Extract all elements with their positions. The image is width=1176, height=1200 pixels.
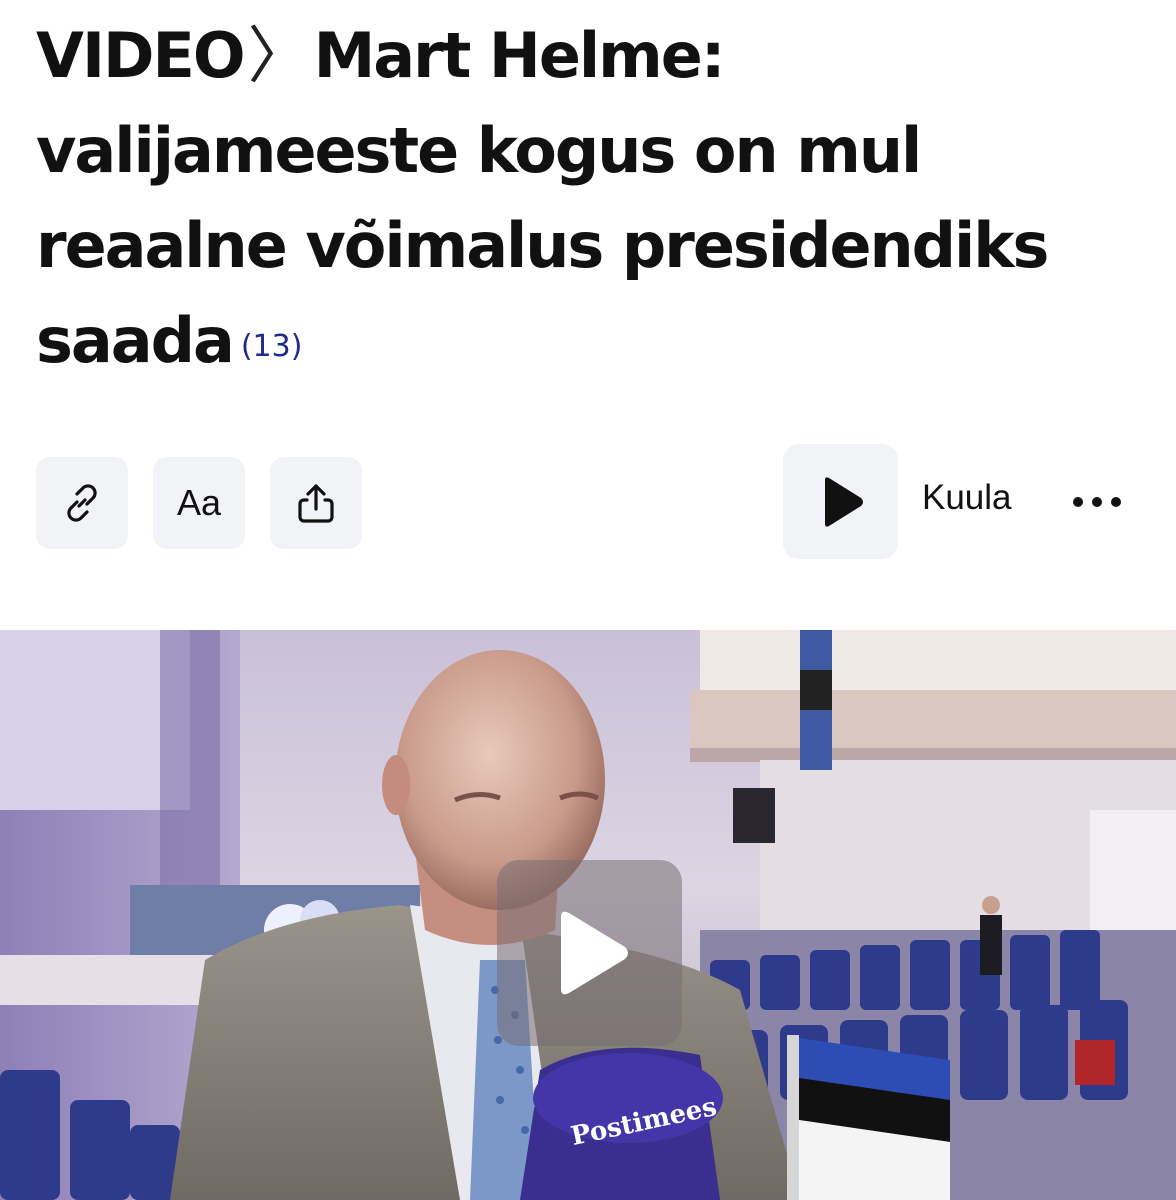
share-icon [298, 484, 334, 523]
play-icon [560, 911, 628, 995]
font-size-label: Aa [176, 482, 222, 523]
video-play-button[interactable] [497, 860, 682, 1046]
more-dot [1073, 497, 1083, 507]
section-label[interactable]: VIDEO [36, 19, 246, 92]
video-player[interactable]: Postimees [0, 630, 1176, 1200]
link-icon [67, 484, 97, 522]
share-button[interactable] [270, 457, 362, 549]
copy-link-button[interactable] [36, 457, 128, 549]
more-dots-icon[interactable] [1062, 482, 1132, 522]
comment-count-link[interactable]: (13) [241, 329, 303, 364]
article-headline: VIDEO〉Mart Helme: valijameeste kogus on … [36, 8, 1146, 394]
play-icon [824, 476, 863, 527]
breadcrumb-chevron-icon: 〉 [247, 19, 310, 92]
listen-label[interactable]: Kuula [922, 478, 1012, 518]
more-dot [1092, 497, 1102, 507]
font-size-button[interactable]: Aa [153, 457, 245, 549]
listen-play-button[interactable] [783, 444, 898, 559]
more-dot [1111, 497, 1121, 507]
